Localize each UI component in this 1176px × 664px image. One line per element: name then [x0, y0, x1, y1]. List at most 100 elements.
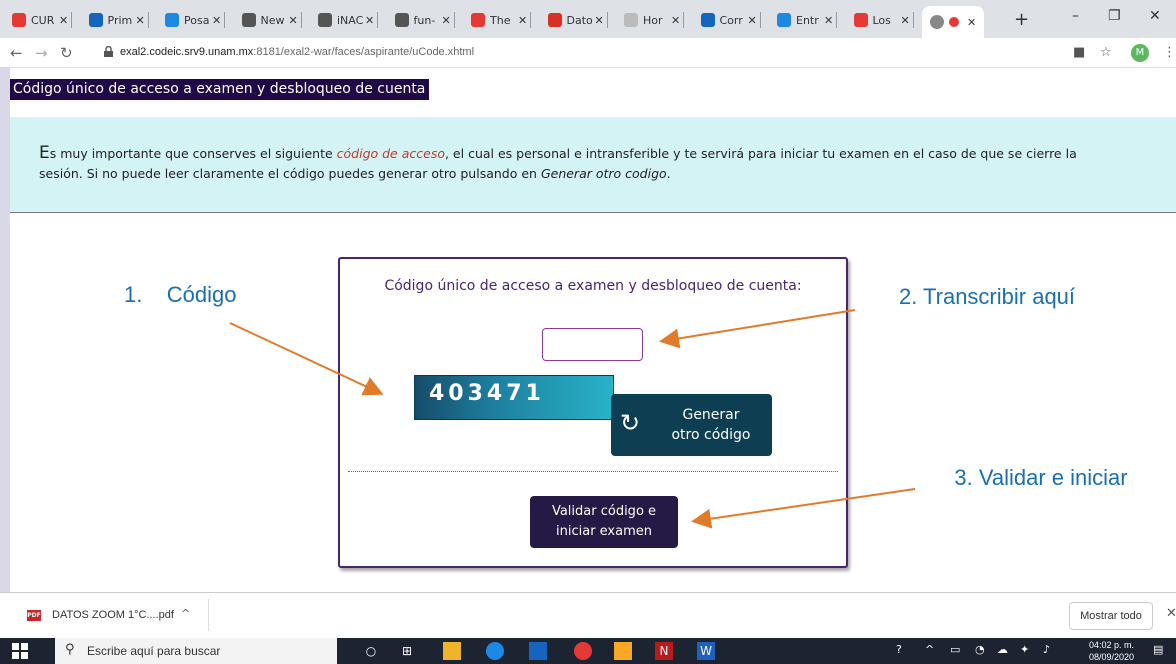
- profile-avatar[interactable]: M: [1131, 44, 1149, 62]
- tab-title: fun-: [413, 13, 436, 27]
- tab-item[interactable]: Los ✕: [853, 8, 914, 32]
- windows-start-icon[interactable]: [12, 643, 28, 659]
- download-shelf: PDF DATOS ZOOM 1°C....pdf ^ Mostrar todo…: [0, 592, 1176, 638]
- close-tab-icon[interactable]: ✕: [595, 14, 604, 27]
- tab-item[interactable]: Dato ✕: [547, 8, 608, 32]
- regenerate-code-button[interactable]: ↻ Generar otro código: [611, 394, 772, 456]
- close-tab-icon[interactable]: ✕: [136, 14, 145, 27]
- volume-icon[interactable]: ♪: [1043, 643, 1050, 656]
- close-shelf-icon[interactable]: ✕: [1166, 606, 1176, 621]
- url-field[interactable]: exal2.codeic.srv9.unam.mx:8181/exal2-war…: [120, 46, 474, 58]
- regenerate-label-line1: Generar: [682, 407, 740, 423]
- chevron-up-icon[interactable]: ^: [181, 607, 190, 620]
- outlook-icon[interactable]: [529, 642, 547, 660]
- tab-item[interactable]: Posa ✕: [165, 8, 226, 32]
- minimize-button[interactable]: –: [1072, 8, 1079, 24]
- menu-dots-icon[interactable]: ⋮: [1163, 45, 1176, 60]
- search-placeholder: Escribe aquí para buscar: [87, 644, 221, 658]
- store-icon[interactable]: [443, 642, 461, 660]
- close-window-button[interactable]: ✕: [1149, 8, 1161, 24]
- page-title: Código único de acceso a examen y desblo…: [10, 79, 430, 100]
- validate-label-line2: iniciar examen: [556, 524, 652, 539]
- tab-item[interactable]: CUR ✕: [12, 8, 73, 32]
- refresh-icon: ↻: [620, 409, 641, 437]
- clock-time: 04:02 p. m.: [1089, 640, 1135, 650]
- tab-separator: [453, 12, 455, 28]
- close-tab-icon[interactable]: ✕: [967, 16, 976, 29]
- tab-item[interactable]: Hor ✕: [624, 8, 685, 32]
- annotation-step-3: 3. Validar e iniciar: [916, 463, 1166, 493]
- code-input[interactable]: [542, 328, 643, 361]
- divider: [348, 471, 838, 472]
- restore-button[interactable]: ❐: [1108, 8, 1121, 24]
- close-tab-icon[interactable]: ✕: [671, 14, 680, 27]
- wifi-icon[interactable]: ◔: [975, 643, 985, 656]
- bookmark-star-icon[interactable]: ☆: [1100, 45, 1112, 60]
- validate-start-button[interactable]: Validar código e iniciar examen: [530, 496, 678, 548]
- help-icon[interactable]: ?: [896, 643, 902, 656]
- notice-italic: Generar otro codigo: [540, 166, 667, 181]
- system-clock[interactable]: 04:02 p. m. 08/09/2020: [1089, 639, 1134, 663]
- reload-icon[interactable]: ↻: [60, 44, 73, 62]
- netflix-icon[interactable]: N: [655, 642, 673, 660]
- tab-separator: [836, 12, 838, 28]
- file-explorer-icon[interactable]: [614, 642, 632, 660]
- onedrive-icon[interactable]: ☁: [997, 643, 1008, 656]
- tab-favicon-icon: [88, 13, 103, 27]
- notice-part1: s muy importante que conserves el siguie…: [49, 146, 337, 161]
- tab-title: New: [260, 13, 285, 27]
- tab-favicon-icon: [471, 13, 485, 27]
- tab-active[interactable]: ✕: [922, 6, 985, 38]
- chrome-icon[interactable]: [574, 642, 592, 660]
- tab-separator: [912, 12, 914, 28]
- close-tab-icon[interactable]: ✕: [518, 14, 527, 27]
- show-all-button[interactable]: Mostrar todo: [1069, 602, 1153, 630]
- close-tab-icon[interactable]: ✕: [748, 14, 757, 27]
- battery-icon[interactable]: ▭: [950, 643, 960, 656]
- notifications-icon[interactable]: ▤: [1153, 643, 1163, 656]
- dropbox-icon[interactable]: ✦: [1020, 643, 1029, 656]
- tab-title: iNAC: [337, 13, 363, 27]
- close-tab-icon[interactable]: ✕: [212, 14, 221, 27]
- close-tab-icon[interactable]: ✕: [59, 14, 68, 27]
- tab-separator: [147, 12, 149, 28]
- url-host: exal2.codeic.srv9.unam.mx: [120, 46, 254, 58]
- tab-item[interactable]: The ✕: [471, 8, 532, 32]
- address-bar: ← → ↻ exal2.codeic.srv9.unam.mx:8181/exa…: [0, 38, 1176, 68]
- tab-title: Los: [872, 13, 891, 27]
- tab-item[interactable]: Entr ✕: [777, 8, 838, 32]
- close-tab-icon[interactable]: ✕: [289, 14, 298, 27]
- tab-item[interactable]: Corr ✕: [700, 8, 761, 32]
- tab-favicon-icon: [853, 13, 868, 27]
- taskbar-search[interactable]: ⚲ Escribe aquí para buscar: [55, 638, 337, 664]
- close-tab-icon[interactable]: ✕: [901, 14, 910, 27]
- tab-separator: [71, 12, 73, 28]
- annotation-step-1: 1. Código: [124, 282, 284, 308]
- edge-icon[interactable]: [486, 642, 504, 660]
- tab-item[interactable]: Prim ✕: [88, 8, 149, 32]
- close-tab-icon[interactable]: ✕: [824, 14, 833, 27]
- shelf-separator: [208, 599, 209, 631]
- close-tab-icon[interactable]: ✕: [365, 14, 374, 27]
- tab-item[interactable]: New ✕: [241, 8, 302, 32]
- tray-chevron-icon[interactable]: ^: [925, 643, 934, 656]
- url-path: :8181/exal2-war/faces/aspirante/uCode.xh…: [253, 46, 475, 58]
- pdf-file-icon: PDF: [27, 610, 41, 621]
- tab-title: Posa: [184, 13, 210, 27]
- cortana-icon[interactable]: ○: [362, 642, 380, 660]
- close-tab-icon[interactable]: ✕: [442, 14, 451, 27]
- tab-item[interactable]: fun- ✕: [394, 8, 455, 32]
- tab-item[interactable]: iNAC ✕: [318, 8, 379, 32]
- back-arrow-icon[interactable]: ←: [10, 44, 23, 62]
- tab-separator: [530, 12, 532, 28]
- task-view-icon[interactable]: ⊞: [398, 642, 416, 660]
- tab-title: Dato: [566, 13, 593, 27]
- camera-icon[interactable]: ■: [1073, 45, 1085, 60]
- download-file-name[interactable]: DATOS ZOOM 1°C....pdf: [52, 609, 174, 621]
- regenerate-label-line2: otro código: [671, 427, 751, 443]
- new-tab-button[interactable]: +: [1014, 9, 1029, 30]
- tab-favicon-icon: [547, 13, 562, 27]
- word-icon[interactable]: W: [697, 642, 715, 660]
- tab-separator: [606, 12, 608, 28]
- forward-arrow-icon[interactable]: →: [35, 44, 48, 62]
